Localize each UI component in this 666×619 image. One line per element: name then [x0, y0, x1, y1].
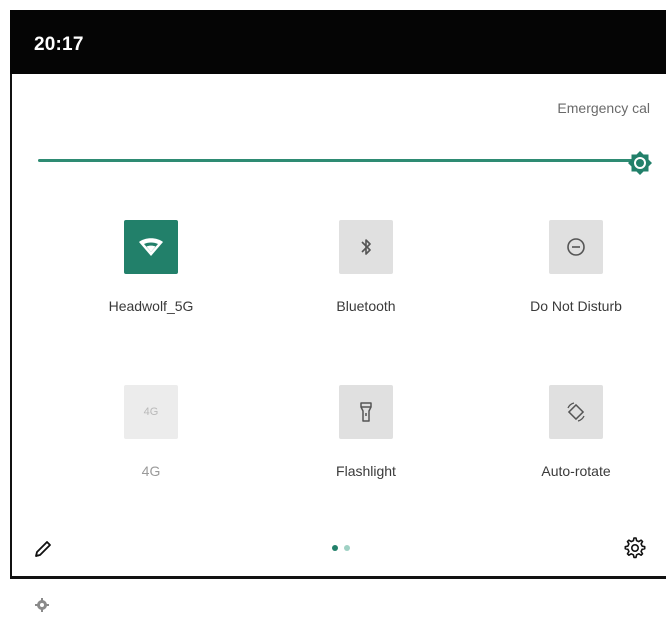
brightness-icon — [628, 151, 652, 175]
brightness-slider-track[interactable] — [38, 159, 640, 162]
tile-label-flashlight: Flashlight — [336, 463, 396, 479]
flashlight-tile-button[interactable] — [339, 385, 393, 439]
wifi-icon — [139, 238, 163, 256]
page-indicator — [332, 545, 352, 553]
gear-icon — [35, 598, 49, 612]
tile-bluetooth[interactable]: Bluetooth — [252, 220, 472, 330]
bluetooth-tile-button[interactable] — [339, 220, 393, 274]
bluetooth-icon — [361, 239, 371, 255]
tile-label-dnd: Do Not Disturb — [530, 298, 622, 314]
flashlight-icon — [360, 402, 372, 422]
wifi-tile-button[interactable] — [124, 220, 178, 274]
tile-auto-rotate[interactable]: Auto-rotate — [462, 385, 666, 495]
tile-do-not-disturb[interactable]: Do Not Disturb — [462, 220, 666, 330]
emergency-call-link[interactable]: Emergency cal — [557, 100, 650, 116]
mobile-data-tile-button[interactable]: 4G — [124, 385, 178, 439]
tile-wifi[interactable]: Headwolf_5G — [37, 220, 257, 330]
tile-label-wifi: Headwolf_5G — [108, 298, 194, 314]
quick-settings-panel: 20:17 Emergency cal Headwolf_5G Bluetoot… — [10, 10, 666, 619]
page-dot-inactive — [344, 545, 350, 551]
notification-settings-icon[interactable] — [34, 597, 50, 613]
tile-flashlight[interactable]: Flashlight — [252, 385, 472, 495]
tile-mobile-data[interactable]: 4G 4G — [37, 385, 257, 495]
do-not-disturb-icon — [567, 238, 585, 256]
pencil-icon — [35, 541, 51, 557]
page-dot-active — [332, 545, 338, 551]
edit-tiles-button[interactable] — [32, 538, 54, 560]
status-bar: 20:17 — [10, 10, 666, 74]
auto-rotate-tile-button[interactable] — [549, 385, 603, 439]
tile-label-auto-rotate: Auto-rotate — [541, 463, 611, 479]
mobile-data-icon: 4G — [143, 406, 159, 418]
status-time: 20:17 — [34, 34, 84, 55]
dnd-tile-button[interactable] — [549, 220, 603, 274]
auto-rotate-icon — [567, 402, 585, 422]
tile-label-mobile-data: 4G — [141, 463, 161, 479]
gear-icon — [624, 537, 646, 559]
tile-label-bluetooth: Bluetooth — [336, 298, 396, 314]
brightness-slider-thumb[interactable] — [627, 150, 653, 176]
settings-button[interactable] — [624, 537, 646, 559]
